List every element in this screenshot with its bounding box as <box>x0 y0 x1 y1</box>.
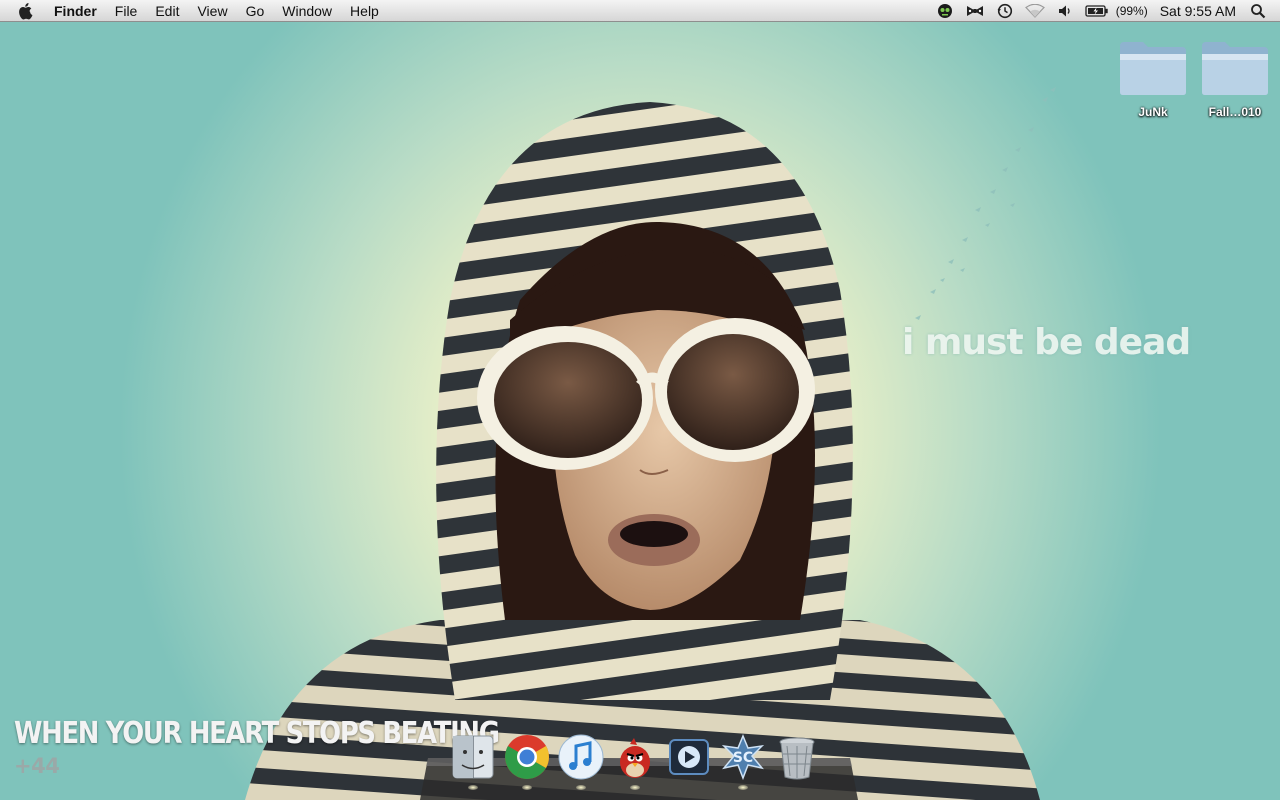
alien-app-icon[interactable] <box>935 2 955 20</box>
running-indicator <box>630 785 640 790</box>
folder-label: JuNk <box>1138 105 1168 119</box>
battery-percentage[interactable]: (99%) <box>1116 4 1148 18</box>
spotlight-search-icon[interactable] <box>1248 2 1268 20</box>
dock-trash[interactable] <box>770 732 824 788</box>
folder-label: Fall…010 <box>1208 105 1262 119</box>
menu-file[interactable]: File <box>106 0 147 22</box>
menu-edit[interactable]: Edit <box>146 0 188 22</box>
dock-chrome[interactable] <box>500 732 554 790</box>
menu-bar: Finder File Edit View Go Window Help (99… <box>0 0 1280 22</box>
dock-starcraft[interactable]: SC <box>716 732 770 790</box>
menu-go[interactable]: Go <box>237 0 274 22</box>
wallpaper-caption-sub: +44 <box>14 754 60 778</box>
running-indicator <box>738 785 748 790</box>
app-menu-finder[interactable]: Finder <box>52 0 106 22</box>
volume-icon[interactable] <box>1055 2 1075 20</box>
svg-text:SC: SC <box>733 750 753 766</box>
menu-help[interactable]: Help <box>341 0 388 22</box>
apple-menu-icon[interactable] <box>16 1 36 21</box>
finder-icon <box>452 735 494 779</box>
bowtie-icon[interactable] <box>965 2 985 20</box>
battery-icon[interactable] <box>1085 2 1109 20</box>
desktop-folder-fall[interactable]: Fall…010 <box>1195 38 1275 121</box>
quicktime-icon <box>669 739 709 775</box>
menu-window[interactable]: Window <box>273 0 341 22</box>
dock-quicktime[interactable] <box>662 732 716 788</box>
desktop-wallpaper <box>245 87 1056 800</box>
wallpaper-slogan: i must be dead <box>902 322 1191 363</box>
starcraft-icon: SC <box>721 734 765 781</box>
dock: SC <box>446 732 824 790</box>
wallpaper-caption: WHEN YOUR HEART STOPS BEATING <box>14 716 500 751</box>
dock-itunes[interactable] <box>554 732 608 790</box>
chrome-icon <box>505 735 549 779</box>
running-indicator <box>468 785 478 790</box>
running-indicator <box>522 785 532 790</box>
running-indicator <box>576 785 586 790</box>
folder-icon <box>1120 42 1186 95</box>
menu-clock[interactable]: Sat 9:55 AM <box>1160 3 1236 19</box>
menu-view[interactable]: View <box>188 0 236 22</box>
wifi-icon[interactable] <box>1024 2 1045 20</box>
dock-finder[interactable] <box>446 732 500 790</box>
folder-icon <box>1202 42 1268 95</box>
trash-icon <box>779 737 815 780</box>
angry-bird-icon <box>620 738 650 778</box>
time-machine-icon[interactable] <box>995 2 1015 20</box>
itunes-icon <box>558 734 604 780</box>
dock-angry-bird[interactable] <box>608 732 662 790</box>
desktop-folder-junk[interactable]: JuNk <box>1113 38 1193 121</box>
